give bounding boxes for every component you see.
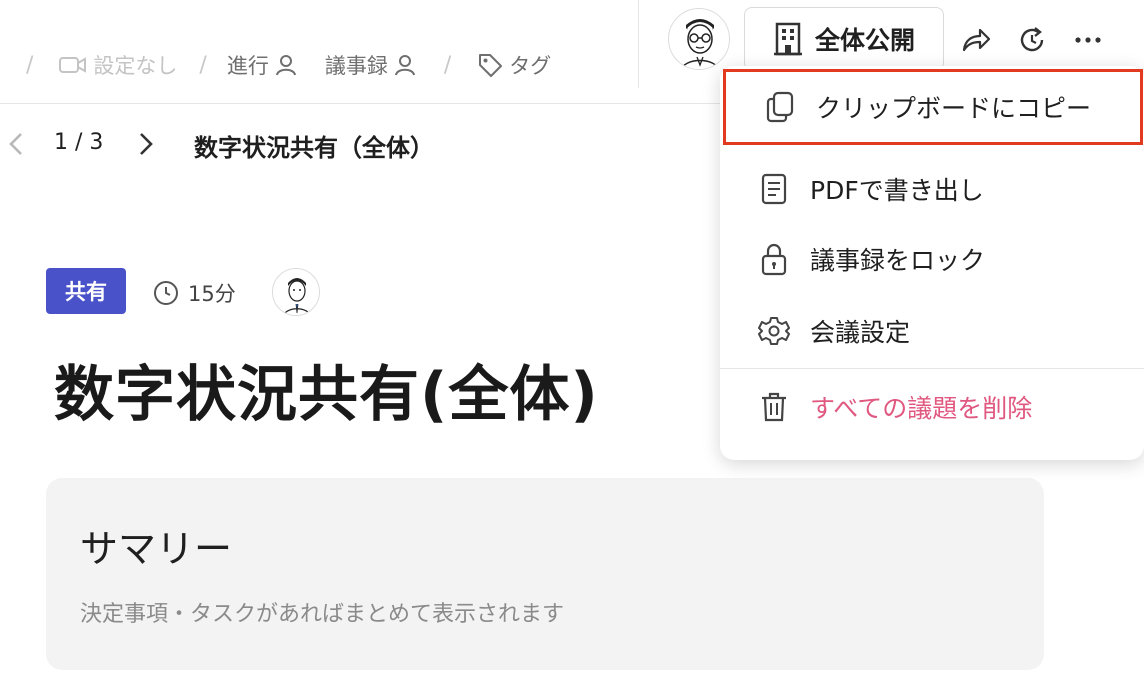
- meta-tag-label: タグ: [509, 54, 552, 78]
- agenda-duration[interactable]: 15分: [152, 278, 236, 308]
- person-icon: [275, 55, 296, 76]
- clock-icon: [154, 281, 178, 305]
- tag-icon: [479, 54, 503, 77]
- agenda-counter: 1 / 3: [54, 130, 104, 155]
- menu-item-copy-clipboard[interactable]: クリップボードにコピー: [723, 69, 1143, 145]
- meta-minutes-label: 議事録: [324, 54, 388, 78]
- more-menu: クリップボードにコピー PDFで書き出し 議事録をロック 会議設定 すべての議題…: [720, 66, 1144, 460]
- more-button[interactable]: [1070, 22, 1106, 58]
- divider: [638, 0, 639, 88]
- agenda-title[interactable]: 数字状況共有(全体): [54, 346, 599, 433]
- meta-video[interactable]: 設定なし: [53, 50, 177, 80]
- separator: /: [26, 52, 34, 78]
- menu-item-label: すべての議題を削除: [810, 394, 1033, 423]
- building-icon: [773, 22, 802, 56]
- menu-item-lock-minutes[interactable]: 議事録をロック: [720, 224, 1144, 294]
- agenda-type-badge[interactable]: 共有: [46, 268, 126, 314]
- history-button[interactable]: [1014, 22, 1050, 58]
- gear-icon: [754, 315, 794, 347]
- separator: /: [443, 52, 452, 78]
- visibility-label: 全体公開: [814, 26, 915, 55]
- more-icon: [1075, 37, 1101, 43]
- menu-item-label: PDFで書き出し: [810, 176, 984, 205]
- prev-agenda-button[interactable]: [4, 130, 28, 162]
- history-icon: [1020, 27, 1044, 52]
- menu-item-label: 会議設定: [810, 318, 911, 347]
- separator: /: [199, 52, 207, 78]
- share-button[interactable]: [958, 22, 994, 58]
- nav-agenda-title: 数字状況共有（全体）: [194, 134, 434, 162]
- person-icon: [394, 55, 415, 76]
- meeting-meta-row: / 設定なし / 進行 議事録 / タグ: [26, 50, 573, 80]
- menu-item-delete-all[interactable]: すべての議題を削除: [720, 372, 1144, 442]
- share-icon: [962, 28, 991, 52]
- summary-placeholder: 決定事項・タスクがあればまとめて表示されます: [80, 602, 565, 627]
- video-icon: [59, 57, 87, 73]
- trash-icon: [754, 391, 794, 423]
- meta-minutes[interactable]: 議事録: [325, 50, 422, 80]
- menu-item-export-pdf[interactable]: PDFで書き出し: [720, 154, 1144, 224]
- summary-panel: サマリー 決定事項・タスクがあればまとめて表示されます: [46, 478, 1044, 670]
- chevron-right-icon: [140, 133, 153, 155]
- menu-item-label: クリップボードにコピー: [816, 94, 1092, 123]
- duration-label: 15分: [188, 282, 236, 306]
- lock-icon: [754, 242, 794, 276]
- agenda-owner-avatar[interactable]: [272, 268, 320, 316]
- copy-icon: [760, 91, 800, 123]
- avatar[interactable]: [668, 8, 730, 70]
- chevron-left-icon: [9, 133, 22, 155]
- meta-tag[interactable]: タグ: [471, 50, 551, 80]
- menu-item-label: 議事録をロック: [810, 246, 986, 275]
- menu-divider: [720, 368, 1144, 369]
- summary-heading: サマリー: [80, 527, 233, 571]
- meta-facilitator-label: 進行: [226, 54, 269, 78]
- visibility-button[interactable]: 全体公開: [744, 7, 944, 71]
- meta-facilitator[interactable]: 進行: [227, 50, 303, 80]
- menu-item-meeting-settings[interactable]: 会議設定: [720, 296, 1144, 366]
- meta-video-label: 設定なし: [93, 54, 178, 78]
- next-agenda-button[interactable]: [134, 130, 158, 162]
- document-icon: [754, 173, 794, 205]
